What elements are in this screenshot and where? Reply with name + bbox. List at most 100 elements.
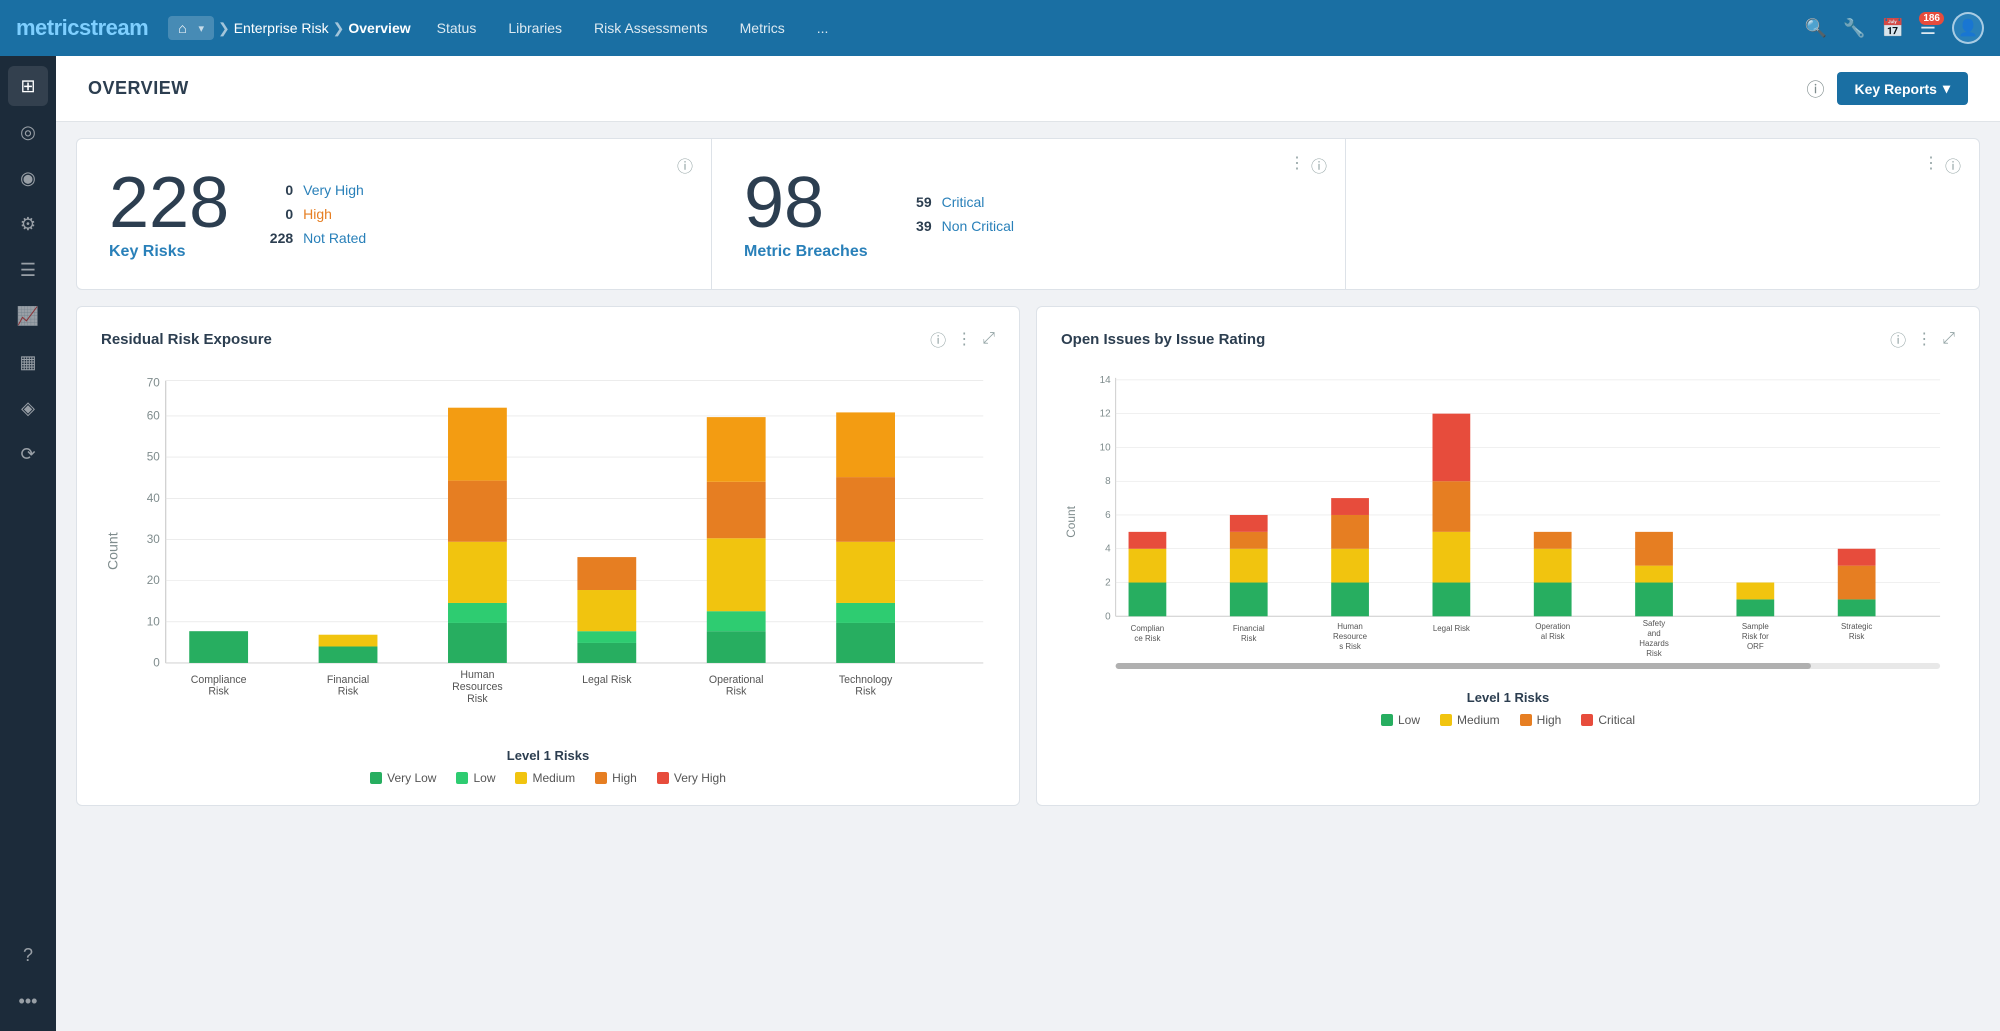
calendar-icon[interactable]: 📅: [1881, 18, 1903, 39]
sidebar-item-more[interactable]: •••: [8, 981, 48, 1021]
very-high-label[interactable]: Very High: [303, 182, 364, 198]
key-risks-count: 228: [109, 167, 229, 239]
not-rated-label[interactable]: Not Rated: [303, 230, 366, 246]
residual-chart-legend: Very Low Low Medium High: [101, 771, 995, 785]
tools-icon[interactable]: 🔧: [1843, 18, 1865, 39]
third-metric-card: ⓘ ⋮: [1345, 139, 1979, 289]
svg-text:s Risk: s Risk: [1339, 642, 1361, 651]
issues-expand-icon[interactable]: ⤢: [1942, 330, 1955, 348]
key-risks-info-icon[interactable]: ⓘ: [677, 153, 693, 177]
main-layout: ⊞ ◎ ◉ ⚙ ☰ 📈 ▦ ◈ ⟳ ? ••• OVERVIEW ⓘ Key R…: [0, 56, 2000, 1031]
svg-text:10: 10: [147, 615, 161, 628]
breaches-label[interactable]: Metric Breaches: [744, 243, 868, 261]
residual-more-icon[interactable]: ⋮: [956, 329, 972, 349]
sidebar-item-shield[interactable]: ◈: [8, 388, 48, 428]
svg-text:30: 30: [147, 533, 161, 546]
bar-issues-op-high: [1534, 532, 1572, 549]
charts-row: Residual Risk Exposure ⓘ ⋮ ⤢ Count: [76, 306, 1980, 806]
breaches-more-icon[interactable]: ⋮: [1289, 153, 1305, 173]
page-title: OVERVIEW: [88, 78, 189, 99]
top-navigation: metricstream ⌂ ▾ ❯ Enterprise Risk ❯ Ove…: [0, 0, 2000, 56]
breaches-count: 98: [744, 167, 868, 239]
key-reports-dropdown-icon: ▾: [1943, 80, 1950, 97]
svg-text:Technology: Technology: [839, 674, 893, 686]
breaches-info-icon[interactable]: ⓘ: [1311, 153, 1327, 177]
nav-status[interactable]: Status: [421, 2, 493, 54]
svg-text:Risk for: Risk for: [1742, 632, 1769, 641]
sidebar-item-chart[interactable]: 📈: [8, 296, 48, 336]
search-icon[interactable]: 🔍: [1805, 18, 1827, 39]
third-info-icon[interactable]: ⓘ: [1945, 153, 1961, 177]
breadcrumb: ⌂ ▾ ❯ Enterprise Risk ❯ Overview: [168, 16, 410, 40]
residual-chart-x-label: Level 1 Risks: [101, 748, 995, 763]
key-risks-card: ⓘ 228 Key Risks 0 Very High 0 High: [77, 139, 711, 289]
breadcrumb-enterprise-risk[interactable]: Enterprise Risk: [234, 20, 329, 36]
svg-text:Financial: Financial: [327, 674, 369, 686]
legend-label-high: High: [612, 771, 637, 785]
bar-issues-fin-high: [1230, 532, 1268, 549]
notifications[interactable]: ☰ 186: [1920, 18, 1936, 39]
legend-color-medium: [515, 772, 527, 784]
svg-text:Compliance: Compliance: [191, 674, 247, 686]
non-critical-label[interactable]: Non Critical: [942, 218, 1014, 234]
bar-issues-safety-med: [1635, 566, 1673, 583]
critical-label[interactable]: Critical: [942, 194, 985, 210]
sidebar-item-refresh[interactable]: ⟳: [8, 434, 48, 474]
residual-expand-icon[interactable]: ⤢: [982, 330, 995, 348]
bar-issues-legal-high: [1433, 481, 1471, 532]
issues-info-icon[interactable]: ⓘ: [1890, 327, 1906, 351]
svg-text:Risk: Risk: [1849, 632, 1864, 641]
bar-issues-legal-med: [1433, 532, 1471, 583]
user-avatar[interactable]: 👤: [1952, 12, 1984, 44]
bar-hr-high: [448, 481, 507, 542]
sidebar-item-help[interactable]: ?: [8, 935, 48, 975]
critical-count: 59: [908, 194, 932, 210]
legend-label-very-high: Very High: [674, 771, 726, 785]
non-critical-item: 39 Non Critical: [908, 218, 1014, 234]
key-reports-label: Key Reports: [1855, 81, 1937, 97]
svg-text:Resource: Resource: [1333, 632, 1368, 641]
nav-libraries[interactable]: Libraries: [492, 2, 578, 54]
bar-legal-high: [577, 557, 636, 590]
svg-text:14: 14: [1100, 375, 1112, 386]
issues-legend-label-low: Low: [1398, 713, 1420, 727]
third-more-icon[interactable]: ⋮: [1923, 153, 1939, 173]
issues-legend-color-low: [1381, 714, 1393, 726]
notification-badge: 186: [1919, 12, 1944, 25]
bar-hr-medium: [448, 542, 507, 603]
key-reports-button[interactable]: Key Reports ▾: [1837, 72, 1969, 105]
non-critical-count: 39: [908, 218, 932, 234]
header-help-icon[interactable]: ⓘ: [1807, 76, 1825, 102]
nav-right-actions: 🔍 🔧 📅 ☰ 186 👤: [1805, 12, 1984, 44]
legend-color-very-high: [657, 772, 669, 784]
svg-text:Human: Human: [460, 669, 494, 681]
nav-metrics[interactable]: Metrics: [724, 2, 801, 54]
legend-color-low: [456, 772, 468, 784]
residual-info-icon[interactable]: ⓘ: [930, 327, 946, 351]
bar-issues-sample-low: [1736, 599, 1774, 616]
key-risks-label[interactable]: Key Risks: [109, 243, 229, 261]
sidebar-item-list[interactable]: ☰: [8, 250, 48, 290]
legend-very-low: Very Low: [370, 771, 436, 785]
sidebar-item-globe[interactable]: ◎: [8, 112, 48, 152]
bar-issues-hr-med: [1331, 549, 1369, 583]
home-button[interactable]: ⌂ ▾: [168, 16, 214, 40]
chart-scrollbar-thumb[interactable]: [1116, 663, 1811, 669]
legend-label-very-low: Very Low: [387, 771, 436, 785]
not-rated-count: 228: [269, 230, 293, 246]
bar-op-high: [707, 482, 766, 538]
residual-risk-chart-card: Residual Risk Exposure ⓘ ⋮ ⤢ Count: [76, 306, 1020, 806]
sidebar-item-target[interactable]: ◉: [8, 158, 48, 198]
nav-more[interactable]: ...: [801, 2, 845, 54]
sidebar-item-dashboard[interactable]: ⊞: [8, 66, 48, 106]
sidebar-item-gear[interactable]: ⚙: [8, 204, 48, 244]
nav-risk-assessments[interactable]: Risk Assessments: [578, 2, 724, 54]
bar-issues-legal-crit: [1433, 414, 1471, 482]
issues-more-icon[interactable]: ⋮: [1916, 329, 1932, 349]
sidebar-item-grid[interactable]: ▦: [8, 342, 48, 382]
bar-issues-strategic-high: [1838, 566, 1876, 600]
svg-text:Risk: Risk: [1646, 649, 1661, 658]
svg-text:Operational: Operational: [709, 674, 764, 686]
bar-issues-op-med: [1534, 549, 1572, 583]
issues-chart-header: Open Issues by Issue Rating ⓘ ⋮ ⤢: [1061, 327, 1955, 351]
